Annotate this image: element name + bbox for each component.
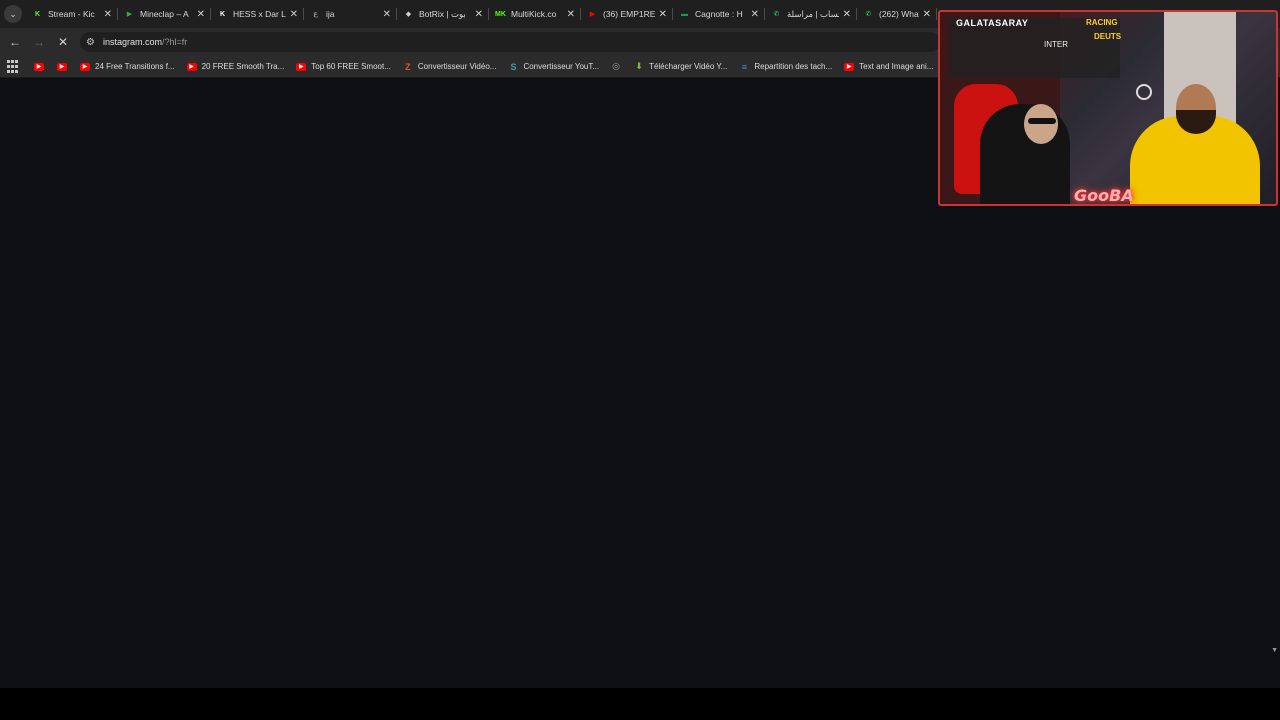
url-text: instagram.com/?hl=fr (103, 37, 187, 47)
close-tab-icon[interactable]: ✕ (751, 9, 759, 20)
close-tab-icon[interactable]: ✕ (290, 9, 298, 20)
tab[interactable]: K HESS x Dar L ✕ (211, 0, 304, 28)
tab-title: Cagnotte : H (695, 9, 743, 19)
close-tab-icon[interactable]: ✕ (843, 9, 851, 20)
poster-text: RACING (1086, 18, 1118, 27)
tab[interactable]: ◆ BotRix | بوت ✕ (397, 0, 489, 28)
tab[interactable]: ▬ Cagnotte : H ✕ (673, 0, 765, 28)
tabs: K Stream - Kic ✕ ▶ Mineclap – A ✕ K HESS x Dar … (26, 0, 937, 28)
close-tab-icon[interactable]: ✕ (197, 9, 205, 20)
poster-text: DEUTS (1094, 32, 1122, 41)
bookmark-label: Télécharger Vidéo Y... (649, 62, 728, 71)
tab-title: Mineclap – A (140, 9, 189, 19)
youtube-icon: ▶ (296, 62, 307, 71)
site-info-icon[interactable]: ⚙ (86, 37, 95, 48)
kick-icon: K (219, 10, 226, 18)
tab[interactable]: ▶ (36) EMP1RE ✕ (581, 0, 673, 28)
youtube-icon: ▶ (844, 62, 855, 71)
circle-icon (1136, 84, 1152, 100)
zamzar-icon: Z (405, 61, 411, 72)
bookmark-item[interactable]: Z Convertisseur Vidéo... (403, 61, 497, 72)
bookmark-label: Top 60 FREE Smoot... (311, 62, 391, 71)
kick-icon: K (34, 10, 41, 18)
bookmark-item[interactable]: ▶ Text and Image ani... (844, 62, 933, 71)
person-left-head (1024, 104, 1058, 144)
close-icon: ✕ (57, 35, 69, 49)
tab[interactable]: ▶ Mineclap – A ✕ (118, 0, 211, 28)
apps-grid-icon[interactable] (6, 59, 20, 74)
stop-button[interactable]: ✕ (51, 30, 75, 54)
tab-title: واتساب | مراسلة (787, 8, 839, 19)
bookmark-item[interactable]: S Convertisseur YouT... (508, 61, 600, 72)
bookmark-label: Convertisseur YouT... (523, 62, 600, 71)
forward-arrow-icon: → (33, 35, 45, 49)
sunglasses (1028, 118, 1056, 124)
bookmark-label: Text and Image ani... (859, 62, 934, 71)
close-tab-icon[interactable]: ✕ (659, 9, 667, 20)
whatsapp-icon: ✆ (773, 11, 780, 18)
bottom-strip (0, 688, 1280, 720)
scroll-down-arrow-icon[interactable]: ▼ (1271, 647, 1278, 654)
tab-title: (36) EMP1RE (603, 9, 655, 19)
tab-icon: ﻉ (313, 11, 318, 18)
bookmark-item[interactable]: ▶ 24 Free Transitions f... (80, 62, 175, 71)
bookmark-item[interactable]: ▶ 20 FREE Smooth Tra... (186, 62, 285, 71)
tab[interactable]: ✆ واتساب | مراسلة ✕ (765, 0, 857, 28)
tab-title: (262) Whats (879, 9, 919, 19)
bookmark-item[interactable]: ⬇ Télécharger Vidéo Y... (634, 61, 728, 71)
bookmark-label: Repartition des tach... (754, 62, 833, 71)
bookmark-label: Convertisseur Vidéo... (417, 62, 497, 71)
tab[interactable]: K Stream - Kic ✕ (26, 0, 118, 28)
docs-icon: ≡ (741, 61, 747, 72)
back-button[interactable]: ← (3, 30, 27, 54)
tab[interactable]: ✆ (262) Whats ✕ (857, 0, 937, 28)
bookmarks: ▶ ▶ ▶ 24 Free Transitions f... ▶ 20 FREE Smoo… (34, 61, 945, 72)
tab-title: HESS x Dar L (233, 9, 286, 19)
youtube-icon: ▶ (34, 62, 44, 71)
bookmark-item[interactable]: ◎ (611, 61, 626, 71)
url-host: instagram.com (102, 37, 162, 47)
close-tab-icon[interactable]: ✕ (475, 9, 483, 20)
tab-search[interactable]: ⌄ (0, 0, 26, 28)
bookmark-item[interactable]: ≡ Repartition des tach... (739, 61, 833, 72)
tab-title: Stream - Kic (48, 9, 95, 19)
converter-icon: S (510, 61, 517, 72)
download-icon: ⬇ (635, 61, 643, 71)
close-tab-icon[interactable]: ✕ (567, 9, 575, 20)
close-tab-icon[interactable]: ✕ (104, 9, 112, 20)
youtube-icon: ▶ (80, 62, 90, 71)
botrix-icon: ◆ (405, 11, 412, 18)
url-path: /?hl=fr (162, 37, 188, 47)
close-tab-icon[interactable]: ✕ (383, 9, 391, 20)
tab-separator (936, 8, 937, 20)
cagnotte-icon: ▬ (681, 10, 688, 18)
stream-logo: GooBA (1074, 186, 1134, 205)
back-arrow-icon: ← (9, 35, 21, 49)
bookmark-item[interactable]: ▶ (57, 62, 72, 71)
youtube-icon: ▶ (186, 62, 197, 71)
tab-title: BotRix | بوت (419, 8, 466, 19)
webcam-overlay: GALATASARAY INTER RACING DEUTS GooBA (938, 10, 1278, 206)
multikick-icon: MK (495, 10, 506, 18)
close-tab-icon[interactable]: ✕ (923, 9, 931, 20)
tab[interactable]: ﻉ ija ✕ (304, 0, 397, 28)
chevron-down-icon[interactable]: ⌄ (4, 5, 22, 23)
youtube-icon: ▶ (57, 62, 67, 71)
tab-title: ija (326, 9, 335, 19)
youtube-icon: ▶ (589, 11, 596, 18)
whatsapp-icon: ✆ (865, 11, 872, 18)
bookmark-item[interactable]: ▶ (34, 62, 49, 71)
bookmark-item[interactable]: ▶ Top 60 FREE Smoot... (296, 62, 391, 71)
tab-title: MultiKick.co (511, 9, 557, 19)
poster-text: GALATASARAY (956, 18, 1029, 28)
tab[interactable]: MK MultiKick.co ✕ (489, 0, 581, 28)
poster-text: INTER (1044, 40, 1068, 49)
address-bar[interactable]: ⚙ instagram.com/?hl=fr (80, 32, 940, 52)
bookmark-label: 24 Free Transitions f... (95, 62, 175, 71)
globe-icon: ◎ (612, 61, 620, 71)
play-icon: ▶ (126, 11, 133, 18)
bookmark-label: 20 FREE Smooth Tra... (201, 62, 285, 71)
forward-button[interactable]: → (27, 30, 51, 54)
